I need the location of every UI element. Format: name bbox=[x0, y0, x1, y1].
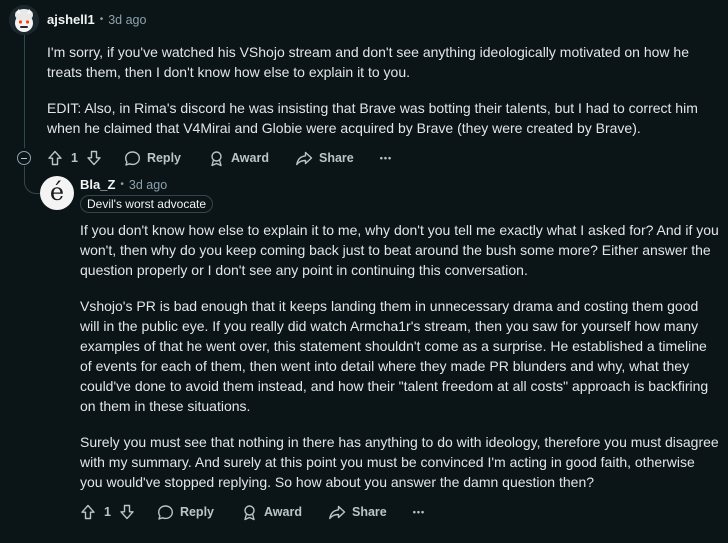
award-icon bbox=[211, 150, 222, 166]
reply-paragraph: Vshojo's PR is bad enough that it keeps … bbox=[80, 298, 709, 414]
separator-dot: • bbox=[120, 179, 124, 190]
avatar[interactable] bbox=[9, 5, 39, 35]
upvote-icon[interactable] bbox=[47, 150, 63, 166]
reply-icon bbox=[124, 150, 140, 166]
award-button[interactable]: Award bbox=[241, 504, 302, 521]
username[interactable]: Bla_Z bbox=[80, 177, 115, 192]
downvote-icon[interactable] bbox=[119, 504, 135, 520]
snoo-avatar-icon bbox=[9, 5, 39, 35]
comment-body: I'm sorry, if you've watched his VShojo … bbox=[47, 42, 715, 138]
share-button[interactable]: Share bbox=[328, 504, 387, 521]
share-button[interactable]: Share bbox=[295, 150, 354, 167]
vote-group: 1 bbox=[47, 150, 102, 166]
reply-paragraph: Surely you must see that nothing in ther… bbox=[80, 434, 719, 490]
award-button[interactable]: Award bbox=[208, 150, 269, 167]
collapse-button[interactable] bbox=[17, 151, 31, 165]
more-icon: ••• bbox=[379, 153, 393, 163]
more-icon: ••• bbox=[412, 507, 426, 517]
timestamp[interactable]: 3d ago bbox=[108, 13, 146, 27]
share-label: Share bbox=[318, 151, 354, 165]
vote-group: 1 bbox=[80, 504, 135, 520]
upvote-icon[interactable] bbox=[80, 504, 96, 520]
more-options-button[interactable]: ••• bbox=[413, 507, 425, 517]
reply-paragraph: If you don't know how else to explain it… bbox=[80, 222, 719, 278]
reply-label: Reply bbox=[146, 151, 181, 165]
award-label: Award bbox=[264, 505, 302, 519]
vote-count: 1 bbox=[104, 505, 111, 519]
reply-button[interactable]: Reply bbox=[124, 150, 181, 167]
timestamp[interactable]: 3d ago bbox=[129, 178, 167, 192]
avatar[interactable]: é bbox=[40, 176, 74, 210]
avatar-glyph: é bbox=[49, 178, 65, 206]
comment-paragraph: EDIT: Also, in Rima's discord he was ins… bbox=[47, 100, 698, 136]
share-label: Share bbox=[351, 505, 387, 519]
reply-label: Reply bbox=[179, 505, 214, 519]
more-options-button[interactable]: ••• bbox=[380, 153, 392, 163]
reply-actions: 1 Reply Award Share ••• bbox=[80, 503, 425, 521]
user-flair: Devil's worst advocate bbox=[80, 195, 214, 213]
share-icon bbox=[296, 151, 313, 165]
thread-line[interactable] bbox=[24, 30, 25, 148]
comment-actions: 1 Reply Award Share ••• bbox=[47, 149, 392, 167]
comment-paragraph: I'm sorry, if you've watched his VShojo … bbox=[47, 44, 689, 80]
award-icon bbox=[244, 504, 255, 520]
downvote-icon[interactable] bbox=[86, 150, 102, 166]
reply-button[interactable]: Reply bbox=[157, 504, 214, 521]
username[interactable]: ajshell1 bbox=[47, 12, 95, 27]
vote-count: 1 bbox=[71, 151, 78, 165]
collapse-icon bbox=[21, 157, 27, 159]
share-icon bbox=[329, 505, 346, 519]
reply-body: If you don't know how else to explain it… bbox=[80, 220, 720, 492]
award-label: Award bbox=[231, 151, 269, 165]
separator-dot: • bbox=[99, 14, 104, 25]
reply-icon bbox=[157, 504, 173, 520]
